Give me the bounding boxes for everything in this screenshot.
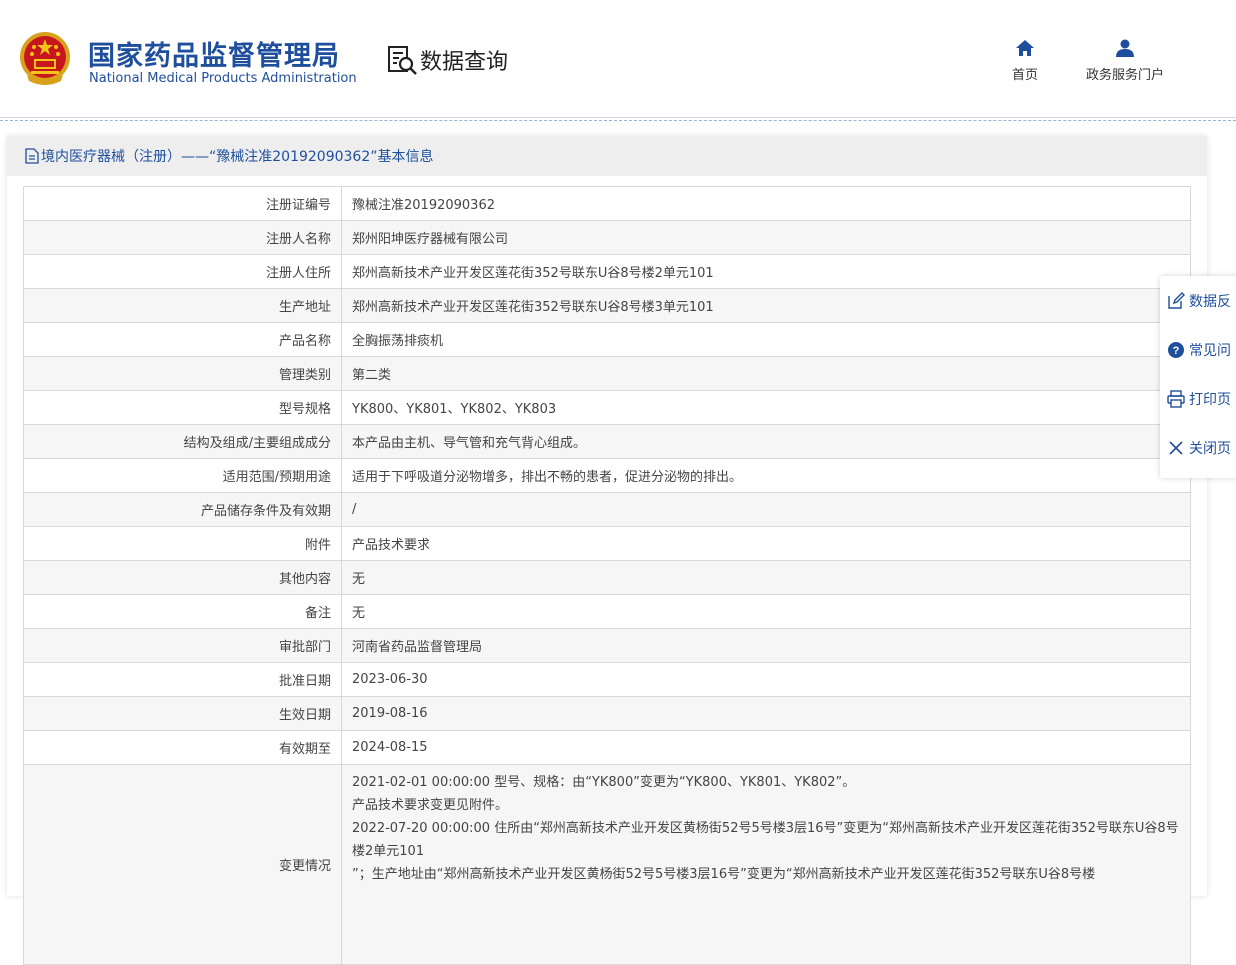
change-line: 2022-07-20 00:00:00 住所由“郑州高新技术产业开发区黄杨街52… (352, 821, 1179, 859)
row-label: 注册人住所 (23, 254, 342, 289)
row-value: 河南省药品监督管理局 (341, 628, 1191, 663)
row-value: 2023-06-30 (341, 662, 1191, 697)
change-history-row: 变更情况 2021-02-01 00:00:00 型号、规格：由“YK800”变… (23, 764, 1191, 965)
row-label: 注册人名称 (23, 220, 342, 255)
row-value: 产品技术要求 (341, 526, 1191, 561)
row-label: 其他内容 (23, 560, 342, 595)
info-table: 注册证编号 豫械注准20192090362 注册人名称 郑州阳坤医疗器械有限公司 注… (23, 186, 1191, 965)
table-row: 注册人名称 郑州阳坤医疗器械有限公司 (23, 220, 1191, 255)
row-label: 产品储存条件及有效期 (23, 492, 342, 527)
print-page-label: 打印页 (1189, 391, 1231, 408)
change-line: ”；生产地址由“郑州高新技术产业开发区黄杨街52号5号楼3层16号”变更为“郑州… (352, 867, 1096, 882)
svg-text:?: ? (1173, 345, 1180, 357)
change-history-value: 2021-02-01 00:00:00 型号、规格：由“YK800”变更为“YK… (341, 764, 1191, 965)
faq-button[interactable]: ? 常见问 (1160, 325, 1236, 374)
nav-home-label: 首页 (1011, 68, 1038, 83)
edit-icon (1168, 291, 1185, 309)
table-row: 审批部门 河南省药品监督管理局 (23, 628, 1191, 663)
table-row: 结构及组成/主要组成成分 本产品由主机、导气管和充气背心组成。 (23, 424, 1191, 459)
document-icon (25, 148, 39, 164)
nav-portal-label: 政务服务门户 (1085, 68, 1164, 83)
device-info-card: 境内医疗器械（注册）——“豫械注准20192090362”基本信息 注册证编号豫… (7, 136, 1207, 965)
close-icon (1169, 440, 1183, 455)
change-line: 产品技术要求变更见附件。 (352, 798, 509, 813)
row-label: 适用范围/预期用途 (23, 458, 342, 493)
national-emblem-icon[interactable] (19, 31, 71, 85)
table-row: 备注无 (23, 594, 1191, 629)
row-value: 适用于下呼吸道分泌物增多，排出不畅的患者，促进分泌物的排出。 (341, 458, 1191, 493)
row-value: 豫械注准20192090362 (341, 186, 1191, 221)
row-label: 管理类别 (23, 356, 342, 391)
data-query-title: 数据查询 (386, 44, 508, 76)
row-label: 注册证编号 (23, 186, 342, 221)
print-page-button[interactable]: 打印页 (1160, 374, 1236, 423)
change-line: 2021-02-01 00:00:00 型号、规格：由“YK800”变更为“YK… (352, 775, 856, 790)
table-row: 产品储存条件及有效期 / (23, 492, 1191, 527)
document-search-icon (388, 46, 417, 75)
org-name-en: National Medical Products Administration (89, 71, 357, 86)
row-label: 备注 (23, 594, 342, 629)
table-row: 管理类别 第二类 (23, 356, 1191, 391)
table-row: 有效期至 2024-08-15 (23, 730, 1191, 765)
row-label: 有效期至 (23, 730, 342, 765)
row-value: 本产品由主机、导气管和充气背心组成。 (341, 424, 1191, 459)
row-value: 2019-08-16 (341, 696, 1191, 731)
help-icon: ? (1168, 341, 1184, 358)
table-row: 附件 产品技术要求 (23, 526, 1191, 561)
table-row: 批准日期 2023-06-30 (23, 662, 1191, 697)
row-value: 郑州阳坤医疗器械有限公司 (341, 220, 1191, 255)
data-query-label: 数据查询 (420, 50, 509, 75)
row-label: 结构及组成/主要组成成分 (23, 424, 342, 459)
row-value: / (341, 492, 1191, 527)
row-value: 无 (341, 560, 1191, 595)
row-value: 郑州高新技术产业开发区莲花街352号联东U谷8号楼3单元101 (341, 288, 1191, 323)
nav-service-portal[interactable]: 政务服务门户 (1080, 38, 1170, 83)
table-row: 产品名称 全胸振荡排痰机 (23, 322, 1191, 357)
row-label: 型号规格 (23, 390, 342, 425)
row-value: 无 (341, 594, 1191, 629)
row-value: YK800、YK801、YK802、YK803 (341, 390, 1191, 425)
row-label: 批准日期 (23, 662, 342, 697)
home-icon (1016, 40, 1034, 56)
table-row: 适用范围/预期用途 适用于下呼吸道分泌物增多，排出不畅的患者，促进分泌物的排出。 (23, 458, 1191, 493)
row-value: 郑州高新技术产业开发区莲花街352号联东U谷8号楼2单元101 (341, 254, 1191, 289)
row-label: 生效日期 (23, 696, 342, 731)
user-icon (1116, 39, 1134, 57)
card-header: 境内医疗器械（注册）——“豫械注准20192090362”基本信息 (7, 136, 1207, 176)
side-toolbar: 数据反 ? 常见问 打印页 关闭页 (1160, 276, 1236, 478)
nav-home[interactable]: 首页 (1006, 38, 1044, 83)
faq-label: 常见问 (1189, 342, 1231, 359)
data-feedback-label: 数据反 (1189, 293, 1231, 310)
table-row: 注册人住所 郑州高新技术产业开发区莲花街352号联东U谷8号楼2单元101 (23, 254, 1191, 289)
table-row: 其他内容无 (23, 560, 1191, 595)
table-row: 生效日期 2019-08-16 (23, 696, 1191, 731)
org-name-cn: 国家药品监督管理局 (88, 41, 340, 72)
table-row: 注册证编号 豫械注准20192090362 (23, 186, 1191, 221)
table-row: 生产地址 郑州高新技术产业开发区莲花街352号联东U谷8号楼3单元101 (23, 288, 1191, 323)
row-label: 产品名称 (23, 322, 342, 357)
row-label: 生产地址 (23, 288, 342, 323)
row-label: 附件 (23, 526, 342, 561)
data-feedback-button[interactable]: 数据反 (1160, 276, 1236, 325)
row-label: 审批部门 (23, 628, 342, 663)
print-icon (1167, 389, 1185, 408)
change-history-label: 变更情况 (23, 764, 342, 965)
card-title: 境内医疗器械（注册）——“豫械注准20192090362”基本信息 (41, 149, 434, 165)
row-value: 第二类 (341, 356, 1191, 391)
close-page-label: 关闭页 (1189, 440, 1231, 457)
site-header: 国家药品监督管理局 National Medical Products Admi… (0, 0, 1236, 121)
table-row: 型号规格 YK800、YK801、YK802、YK803 (23, 390, 1191, 425)
row-value: 全胸振荡排痰机 (341, 322, 1191, 357)
close-page-button[interactable]: 关闭页 (1160, 423, 1236, 472)
row-value: 2024-08-15 (341, 730, 1191, 765)
